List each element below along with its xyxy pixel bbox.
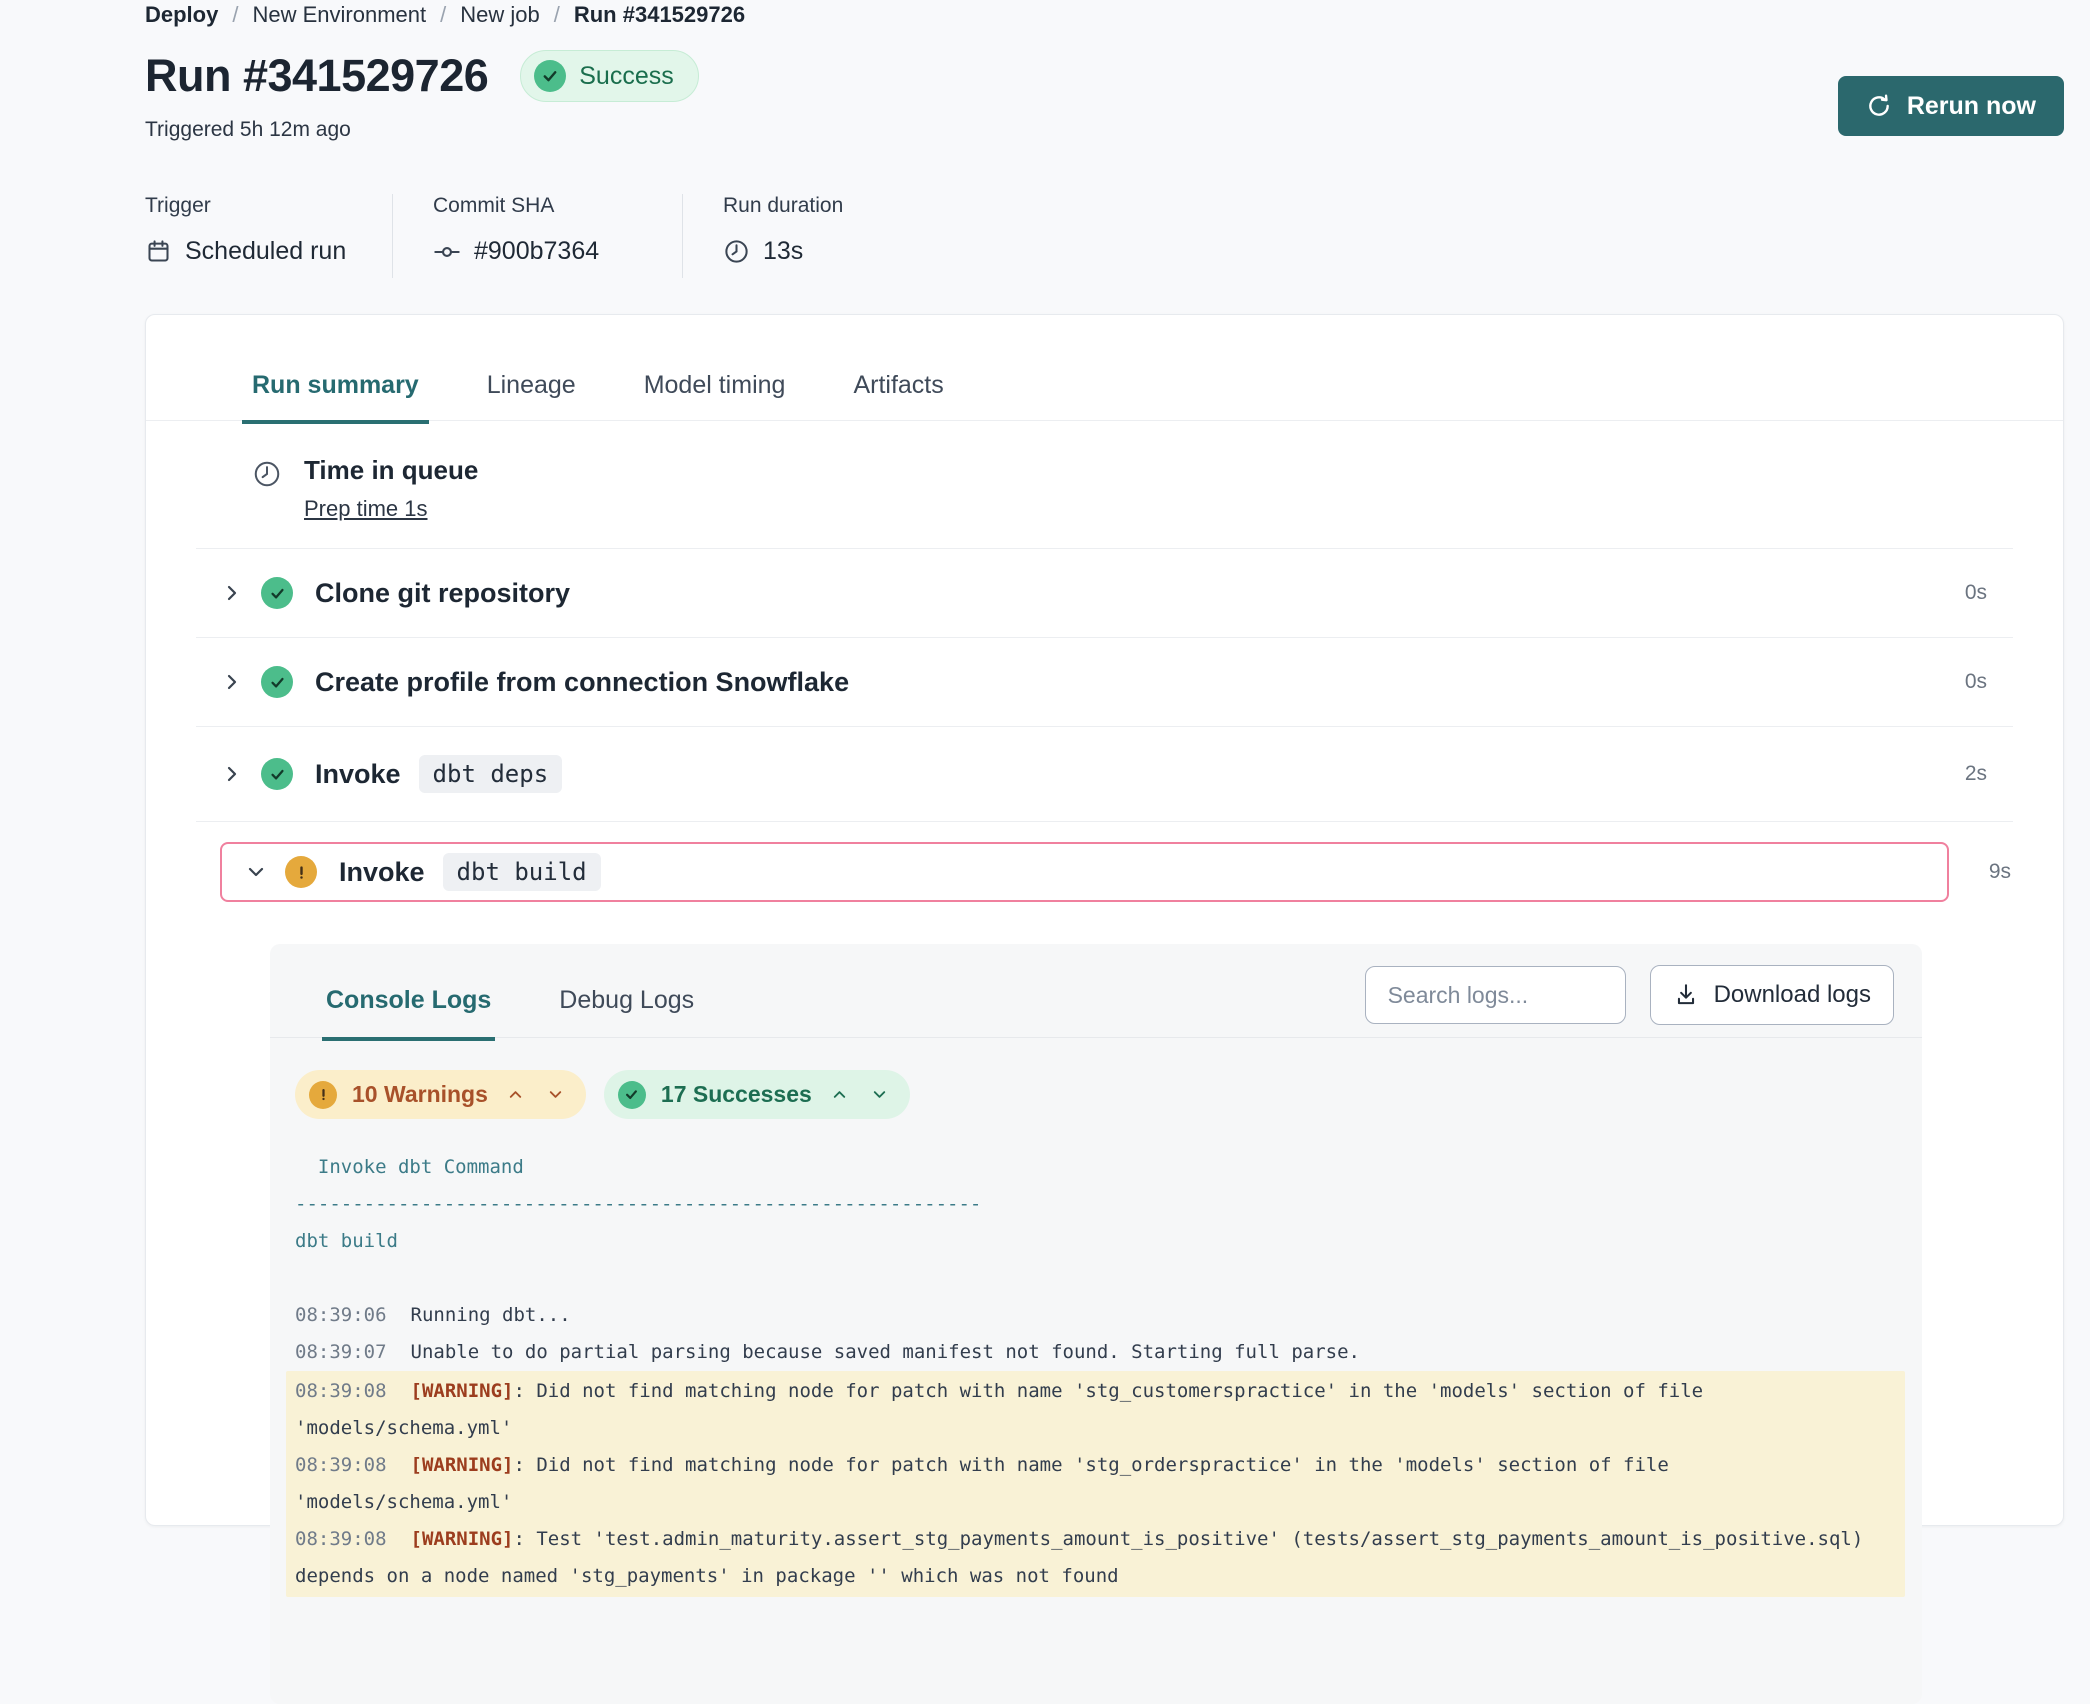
calendar-icon [145, 238, 172, 265]
warnings-badge-label: 10 Warnings [352, 1081, 488, 1108]
successes-badge-label: 17 Successes [661, 1081, 812, 1108]
step-row-create-profile[interactable]: Create profile from connection Snowflake… [196, 638, 2013, 727]
step-duration: 9s [1949, 860, 2013, 884]
breadcrumb-separator: / [440, 2, 446, 28]
warning-icon [309, 1081, 337, 1109]
success-icon [261, 758, 293, 790]
meta-duration-label: Run duration [723, 194, 843, 218]
step-list: Time in queue Prep time 1s Clone git rep… [196, 421, 2013, 1704]
log-warning-highlight-block: 08:39:08[WARNING]: Did not find matching… [286, 1371, 1905, 1597]
run-meta: Trigger Scheduled run Commit SHA #900b73… [145, 194, 2064, 278]
search-logs-input[interactable] [1365, 966, 1626, 1024]
log-line: dbt build [295, 1223, 1896, 1260]
queue-row: Time in queue Prep time 1s [196, 421, 2013, 549]
tab-artifacts[interactable]: Artifacts [843, 371, 953, 420]
tab-console-logs[interactable]: Console Logs [322, 986, 495, 1037]
chevron-down-icon [870, 1085, 889, 1104]
successes-badge: 17 Successes [604, 1070, 910, 1119]
log-line: Invoke dbt Command [295, 1149, 1896, 1186]
chevron-right-icon[interactable] [220, 670, 244, 694]
breadcrumb-item-run: Run #341529726 [574, 2, 745, 28]
log-line-warning: 08:39:08[WARNING]: Did not find matching… [295, 1373, 1896, 1447]
clock-icon [252, 455, 282, 522]
page-header: Run #341529726 Success Triggered 5h 12m … [145, 50, 2064, 142]
success-icon [618, 1081, 646, 1109]
breadcrumb: Deploy / New Environment / New job / Run… [145, 0, 2064, 28]
warnings-badge: 10 Warnings [295, 1070, 586, 1119]
step-title: Invoke [339, 857, 425, 888]
step-title: Invoke [315, 759, 401, 790]
rerun-button-label: Rerun now [1907, 92, 2036, 121]
success-icon [261, 666, 293, 698]
success-icon [534, 60, 566, 92]
run-detail-page: Deploy / New Environment / New job / Run… [0, 0, 2090, 1526]
chevron-right-icon[interactable] [220, 581, 244, 605]
console-log-output: Invoke dbt Command ---------------------… [270, 1119, 1922, 1637]
page-title: Run #341529726 [145, 50, 488, 102]
download-logs-button[interactable]: Download logs [1650, 965, 1894, 1025]
log-line-warning: 08:39:08[WARNING]: Test 'test.admin_matu… [295, 1521, 1896, 1595]
step-row-dbt-build: Invoke dbt build 9s [196, 822, 2013, 910]
download-icon [1673, 982, 1699, 1008]
chevron-right-icon[interactable] [220, 762, 244, 786]
chevron-down-icon[interactable] [244, 860, 268, 884]
step-duration: 0s [1965, 581, 1987, 605]
logs-header: Console Logs Debug Logs Download logs [270, 944, 1922, 1038]
refresh-icon [1866, 93, 1892, 119]
warning-icon [285, 856, 317, 888]
breadcrumb-item-job[interactable]: New job [460, 2, 539, 28]
meta-duration-value: 13s [763, 237, 803, 266]
logs-panel: Console Logs Debug Logs Download logs [270, 944, 1922, 1704]
meta-commit: Commit SHA #900b7364 [393, 194, 683, 278]
commit-icon [433, 238, 461, 266]
meta-trigger: Trigger Scheduled run [145, 194, 393, 278]
log-line: ----------------------------------------… [295, 1186, 1896, 1223]
breadcrumb-separator: / [554, 2, 560, 28]
log-line: 08:39:06Running dbt... [295, 1297, 1896, 1334]
download-logs-label: Download logs [1714, 981, 1871, 1009]
log-line-warning: 08:39:08[WARNING]: Did not find matching… [295, 1447, 1896, 1521]
chevron-up-icon [830, 1085, 849, 1104]
chevron-down-icon [546, 1085, 565, 1104]
rerun-button[interactable]: Rerun now [1838, 76, 2064, 136]
step-title: Create profile from connection Snowflake [315, 667, 849, 698]
success-icon [261, 577, 293, 609]
breadcrumb-item-environment[interactable]: New Environment [252, 2, 426, 28]
meta-trigger-label: Trigger [145, 194, 392, 218]
step-row-dbt-deps[interactable]: Invoke dbt deps 2s [196, 727, 2013, 822]
log-blank-line [295, 1260, 1896, 1297]
status-badge: Success [520, 50, 698, 102]
dbt-build-expanded-box[interactable]: Invoke dbt build [220, 842, 1949, 902]
meta-duration: Run duration 13s [683, 194, 843, 278]
step-title: Clone git repository [315, 578, 570, 609]
step-command-chip: dbt build [443, 853, 601, 891]
clock-icon [723, 238, 750, 265]
step-command-chip: dbt deps [419, 755, 563, 793]
meta-commit-label: Commit SHA [433, 194, 682, 218]
step-duration: 2s [1965, 762, 1987, 786]
meta-trigger-value: Scheduled run [185, 237, 346, 266]
run-summary-card: Run summary Lineage Model timing Artifac… [145, 314, 2064, 1526]
run-tabs: Run summary Lineage Model timing Artifac… [146, 315, 2063, 421]
step-duration: 0s [1965, 670, 1987, 694]
tab-model-timing[interactable]: Model timing [634, 371, 796, 420]
meta-commit-value: #900b7364 [474, 237, 599, 266]
tab-run-summary[interactable]: Run summary [242, 371, 429, 420]
successes-next-button[interactable] [867, 1085, 892, 1104]
queue-title: Time in queue [304, 455, 478, 486]
status-badge-label: Success [579, 62, 673, 91]
tab-debug-logs[interactable]: Debug Logs [555, 986, 698, 1037]
prep-time-link[interactable]: Prep time 1s [304, 496, 428, 522]
warnings-next-button[interactable] [543, 1085, 568, 1104]
triggered-time: Triggered 5h 12m ago [145, 118, 699, 142]
log-line: 08:39:07Unable to do partial parsing bec… [295, 1334, 1896, 1371]
tab-lineage[interactable]: Lineage [477, 371, 586, 420]
log-filter-badges: 10 Warnings 17 Successes [270, 1038, 1922, 1119]
successes-prev-button[interactable] [827, 1085, 852, 1104]
warnings-prev-button[interactable] [503, 1085, 528, 1104]
chevron-up-icon [506, 1085, 525, 1104]
breadcrumb-item-deploy[interactable]: Deploy [145, 2, 218, 28]
step-row-clone-git[interactable]: Clone git repository 0s [196, 549, 2013, 638]
breadcrumb-separator: / [232, 2, 238, 28]
